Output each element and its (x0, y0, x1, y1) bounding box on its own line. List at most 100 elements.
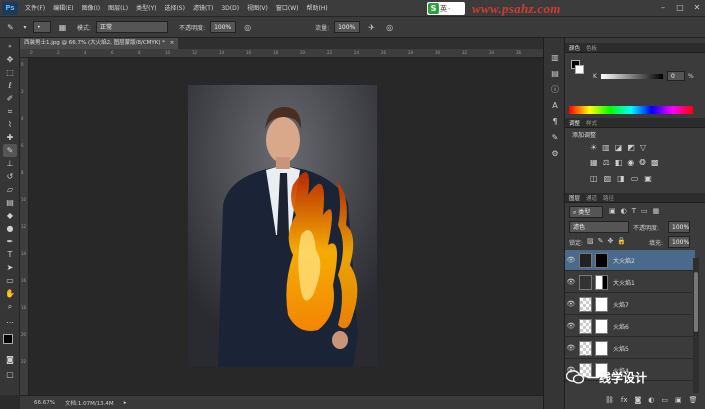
photo-filter-icon[interactable]: ◉ (627, 158, 634, 167)
close-icon[interactable]: ✕ (691, 2, 703, 14)
healing-brush-icon[interactable]: ✚ (3, 131, 17, 144)
tab-paths[interactable]: 路径 (603, 194, 614, 202)
filter-pixel-icon[interactable]: ▣ (609, 207, 616, 215)
menu-3d[interactable]: 3D(D) (217, 0, 243, 17)
color-spectrum[interactable] (569, 106, 693, 114)
vibrance-icon[interactable]: ▽ (640, 143, 646, 152)
collapse-icon[interactable]: » (3, 40, 17, 53)
lock-pixels-icon[interactable]: ✎ (598, 237, 604, 245)
layer-row[interactable]: 👁 火焰6 (565, 316, 695, 337)
character-panel-icon[interactable]: A (548, 100, 562, 112)
zoom-tool-icon[interactable]: ⌕ (3, 300, 17, 313)
brush-size-field[interactable]: • (33, 21, 51, 33)
opacity-field[interactable]: 100% (210, 21, 237, 33)
info-panel-icon[interactable]: ⓘ (548, 84, 562, 96)
k-slider[interactable] (601, 74, 663, 79)
lock-position-icon[interactable]: ✥ (608, 237, 614, 245)
crop-tool-icon[interactable]: ⌗ (3, 105, 17, 118)
menu-type[interactable]: 类型(Y) (132, 0, 160, 17)
opacity-pressure-icon[interactable]: ◎ (241, 21, 254, 34)
new-group-icon[interactable]: ▭ (661, 396, 668, 404)
horizontal-ruler[interactable]: 0 2 4 6 8 10 12 14 16 18 20 22 24 26 28 30 32 34 36 (20, 49, 543, 58)
tool-presets-icon[interactable]: ⚙ (548, 148, 562, 160)
menu-image[interactable]: 图像(I) (78, 0, 104, 17)
gradient-tool-icon[interactable]: ▤ (3, 196, 17, 209)
chevron-down-icon[interactable]: ▾ (22, 21, 28, 34)
tab-adjustments[interactable]: 调整 (569, 119, 580, 127)
delete-layer-icon[interactable]: 🗑 (689, 396, 698, 404)
tab-channels[interactable]: 通道 (586, 194, 597, 202)
menu-select[interactable]: 选择(S) (160, 0, 189, 17)
hue-sat-icon[interactable]: ▦ (590, 158, 598, 167)
layers-scrollbar[interactable] (693, 258, 699, 393)
invert-icon[interactable]: ◫ (590, 174, 598, 183)
lasso-tool-icon[interactable]: ℓ (3, 79, 17, 92)
clone-stamp-icon[interactable]: ⊥ (3, 157, 17, 170)
visibility-eye-icon[interactable]: 👁 (565, 344, 577, 352)
screen-mode-icon[interactable]: ▢ (3, 368, 17, 381)
properties-panel-icon[interactable]: ▤ (548, 68, 562, 80)
visibility-eye-icon[interactable]: 👁 (565, 322, 577, 330)
menu-filter[interactable]: 滤镜(T) (189, 0, 217, 17)
status-menu-icon[interactable]: ▸ (124, 400, 127, 406)
type-tool-icon[interactable]: T (3, 248, 17, 261)
layer-row[interactable]: 👁 大火焰2 (565, 250, 695, 271)
shape-tool-icon[interactable]: ▭ (3, 274, 17, 287)
scrollbar-thumb[interactable] (694, 272, 698, 332)
color-bg-swatch[interactable] (575, 65, 584, 74)
visibility-eye-icon[interactable]: 👁 (565, 256, 577, 264)
move-tool-icon[interactable]: ✥ (3, 53, 17, 66)
brush-panel-icon[interactable]: ▦ (56, 21, 69, 34)
quick-select-icon[interactable]: ✐ (3, 92, 17, 105)
tab-styles[interactable]: 样式 (586, 119, 597, 127)
new-layer-icon[interactable]: ▣ (675, 396, 682, 404)
menu-window[interactable]: 窗口(W) (272, 0, 303, 17)
fill-field[interactable]: 100% (668, 236, 690, 248)
layer-filter-select[interactable]: ⌕ 类型 (569, 206, 603, 218)
maximize-icon[interactable]: □ (674, 2, 686, 14)
menu-view[interactable]: 视图(V) (243, 0, 272, 17)
foreground-color-swatch[interactable] (3, 334, 13, 344)
brightness-icon[interactable]: ☀ (590, 143, 597, 152)
blend-mode-select[interactable]: 滤色 (569, 221, 629, 233)
threshold-icon[interactable]: ◨ (617, 174, 625, 183)
tab-color[interactable]: 颜色 (569, 44, 580, 52)
brush-tool-icon[interactable]: ✎ (3, 144, 17, 157)
document-tab[interactable]: 西装男士1.jpg @ 66.7% (大火焰2, 图层蒙版/8/CMYK) * … (20, 38, 179, 49)
layer-mask-thumbnail[interactable] (595, 318, 608, 334)
flow-field[interactable]: 100% (334, 21, 361, 33)
zoom-level[interactable]: 66.67% (34, 400, 55, 406)
menu-layer[interactable]: 图层(L) (104, 0, 132, 17)
fx-icon[interactable]: fx (621, 396, 628, 404)
lock-all-icon[interactable]: 🔒 (617, 237, 626, 245)
add-mask-icon[interactable]: ◙ (635, 396, 642, 404)
dodge-tool-icon[interactable]: ● (3, 222, 17, 235)
bw-icon[interactable]: ◧ (615, 158, 623, 167)
eyedropper-icon[interactable]: ⌇ (3, 118, 17, 131)
layer-mask-thumbnail[interactable] (595, 252, 608, 268)
color-balance-icon[interactable]: ⚖ (603, 158, 610, 167)
new-adjustment-icon[interactable]: ◐ (648, 396, 654, 404)
posterize-icon[interactable]: ▨ (604, 174, 612, 183)
filter-adjust-icon[interactable]: ◐ (621, 207, 627, 215)
filter-shape-icon[interactable]: ▭ (641, 207, 648, 215)
blur-tool-icon[interactable]: ◆ (3, 209, 17, 222)
gradient-map-icon[interactable]: ▭ (631, 174, 639, 183)
eraser-icon[interactable]: ▱ (3, 183, 17, 196)
link-layers-icon[interactable]: ⛓ (605, 396, 614, 404)
history-panel-icon[interactable]: ▥ (548, 52, 562, 64)
airbrush-icon[interactable]: ✈ (365, 21, 378, 34)
color-lookup-icon[interactable]: ▩ (651, 158, 659, 167)
history-brush-icon[interactable]: ↺ (3, 170, 17, 183)
filter-type-icon[interactable]: T (632, 207, 636, 215)
more-tools-icon[interactable]: … (3, 314, 17, 327)
canvas-image[interactable] (188, 85, 377, 367)
hand-tool-icon[interactable]: ✋ (3, 287, 17, 300)
menu-file[interactable]: 文件(F) (21, 0, 49, 17)
layer-row[interactable]: 👁 火焰7 (565, 294, 695, 315)
layer-mask-thumbnail[interactable] (595, 296, 608, 312)
curves-icon[interactable]: ◪ (615, 143, 623, 152)
close-tab-icon[interactable]: × (170, 40, 175, 46)
layer-mask-thumbnail[interactable] (595, 340, 608, 356)
selective-color-icon[interactable]: ▣ (644, 174, 652, 183)
